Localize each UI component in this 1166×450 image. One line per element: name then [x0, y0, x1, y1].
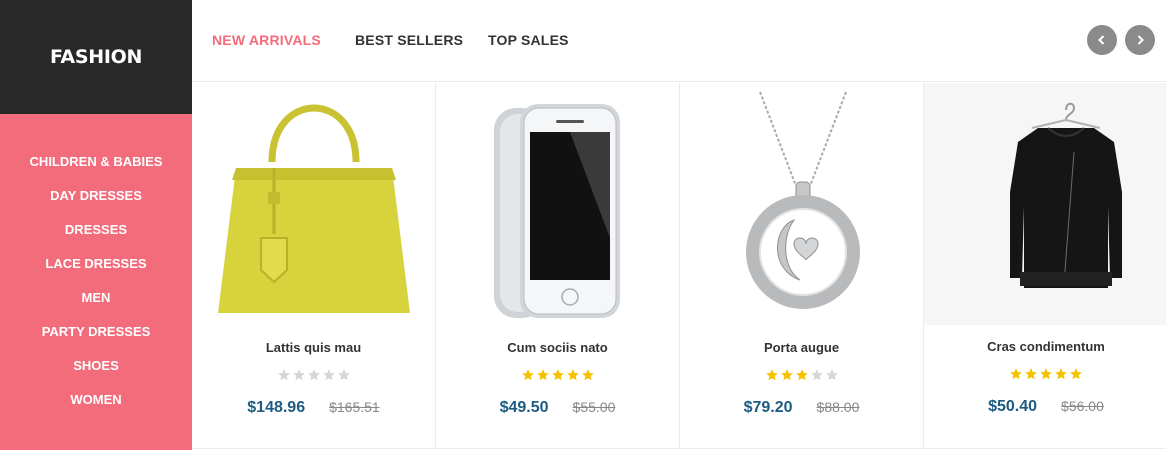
- chevron-left-icon: [1098, 35, 1105, 45]
- product-image-handbag[interactable]: [192, 83, 436, 325]
- product-price: $79.20: [743, 399, 793, 416]
- star-icon: [566, 369, 579, 381]
- product-tabs-header: NEW ARRIVALS BEST SELLERS TOP SALES: [192, 0, 1166, 82]
- product-old-price: $165.51: [329, 399, 380, 415]
- category-lace-dresses[interactable]: LACE DRESSES: [0, 254, 192, 288]
- star-icon: [536, 369, 549, 381]
- chevron-right-icon: [1137, 35, 1144, 45]
- product-rating: [436, 368, 679, 382]
- star-icon: [581, 369, 594, 381]
- product-prices: $79.20 $88.00: [680, 399, 923, 417]
- product-name[interactable]: Porta augue: [680, 340, 923, 355]
- star-icon: [1055, 368, 1067, 380]
- product-old-price: $88.00: [816, 399, 860, 415]
- product-prices: $148.96 $165.51: [192, 399, 435, 417]
- product-card[interactable]: Cum sociis nato $49.50 $55.00: [436, 83, 680, 448]
- carousel-next-button[interactable]: [1125, 25, 1155, 55]
- product-name[interactable]: Lattis quis mau: [192, 340, 435, 355]
- product-rating: [192, 368, 435, 382]
- product-card[interactable]: Lattis quis mau $148.96 $165.51: [192, 83, 436, 448]
- divider: [192, 448, 1166, 449]
- product-card[interactable]: Porta augue $79.20 $88.00: [680, 83, 924, 448]
- carousel-prev-button[interactable]: [1087, 25, 1117, 55]
- star-icon: [825, 369, 838, 381]
- star-icon: [1070, 368, 1082, 380]
- product-rating: [924, 367, 1166, 381]
- product-old-price: $56.00: [1061, 398, 1104, 414]
- category-children-babies[interactable]: CHILDREN & BABIES: [0, 152, 192, 186]
- star-icon: [1025, 368, 1037, 380]
- star-icon: [307, 369, 320, 381]
- star-icon: [795, 369, 808, 381]
- brand-block: FASHION: [0, 0, 192, 114]
- product-card[interactable]: Cras condimentum $50.40 $56.00: [924, 83, 1166, 448]
- star-icon: [810, 369, 823, 381]
- product-price: $148.96: [247, 399, 306, 416]
- category-party-dresses[interactable]: PARTY DRESSES: [0, 322, 192, 356]
- category-men[interactable]: MEN: [0, 288, 192, 322]
- tab-best-sellers[interactable]: BEST SELLERS: [355, 32, 463, 48]
- star-icon: [1010, 368, 1022, 380]
- product-image-smartphone[interactable]: [436, 83, 680, 325]
- product-old-price: $55.00: [572, 399, 616, 415]
- category-shoes[interactable]: SHOES: [0, 356, 192, 390]
- category-women[interactable]: WOMEN: [0, 390, 192, 424]
- product-prices: $50.40 $56.00: [924, 398, 1166, 416]
- sidebar: FASHION CHILDREN & BABIES DAY DRESSES DR…: [0, 0, 192, 450]
- tab-top-sales[interactable]: TOP SALES: [488, 32, 569, 48]
- product-image-pendant-necklace[interactable]: [680, 83, 924, 325]
- star-icon: [521, 369, 534, 381]
- brand-title: FASHION: [49, 46, 143, 68]
- star-icon: [337, 369, 350, 381]
- star-icon: [780, 369, 793, 381]
- star-icon: [551, 369, 564, 381]
- star-icon: [1040, 368, 1052, 380]
- product-price: $49.50: [499, 399, 549, 416]
- tab-new-arrivals[interactable]: NEW ARRIVALS: [212, 32, 321, 48]
- product-prices: $49.50 $55.00: [436, 399, 679, 417]
- product-rating: [680, 368, 923, 382]
- category-list: CHILDREN & BABIES DAY DRESSES DRESSES LA…: [0, 114, 192, 450]
- star-icon: [292, 369, 305, 381]
- product-grid: Lattis quis mau $148.96 $165.51 Cum soci…: [192, 83, 1166, 450]
- category-dresses[interactable]: DRESSES: [0, 220, 192, 254]
- category-day-dresses[interactable]: DAY DRESSES: [0, 186, 192, 220]
- product-image-jacket[interactable]: [924, 83, 1166, 325]
- product-name[interactable]: Cum sociis nato: [436, 340, 679, 355]
- star-icon: [765, 369, 778, 381]
- product-name[interactable]: Cras condimentum: [924, 339, 1166, 354]
- star-icon: [277, 369, 290, 381]
- product-price: $50.40: [988, 398, 1038, 415]
- star-icon: [322, 369, 335, 381]
